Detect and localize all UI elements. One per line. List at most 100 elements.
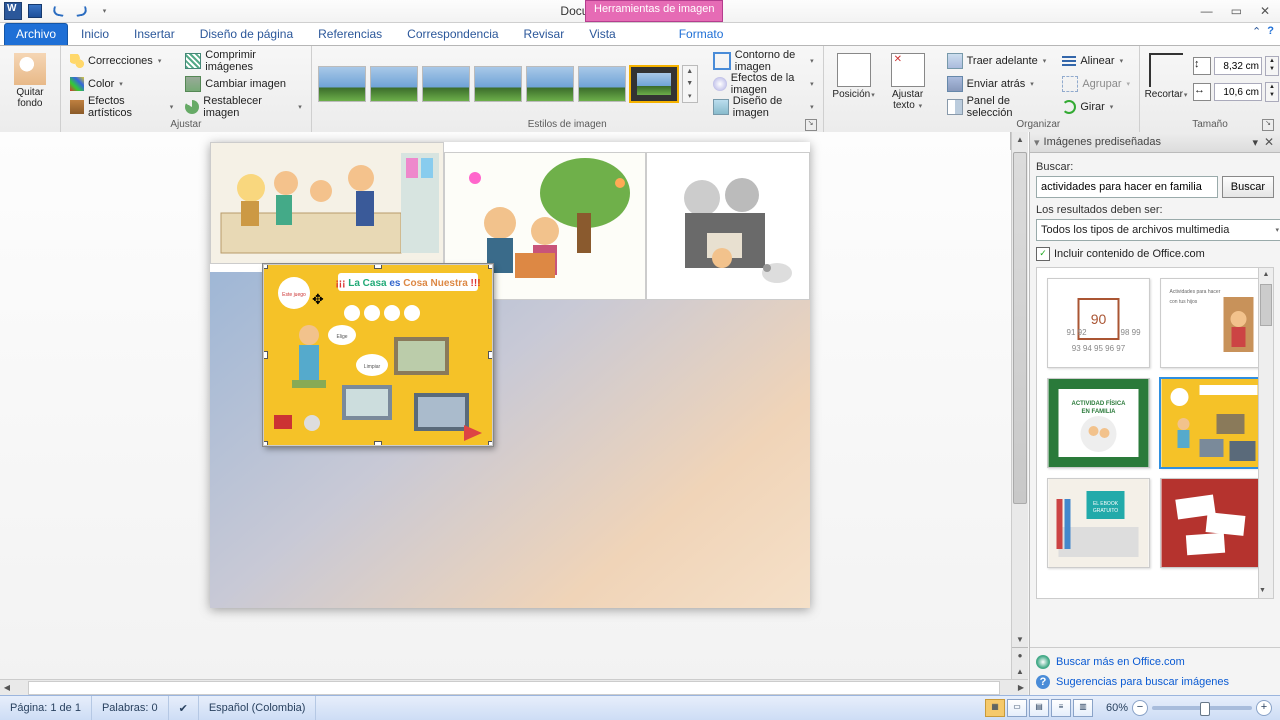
picture-layout-button[interactable]: Diseño de imagen▾	[708, 96, 819, 118]
gallery-more-button[interactable]: ▲▼▾	[682, 65, 698, 103]
tab-references[interactable]: Referencias	[306, 23, 394, 45]
picture-style-1[interactable]	[318, 66, 366, 102]
clip-result-2[interactable]: Actividades para hacercon tus hijos	[1160, 278, 1263, 368]
save-button[interactable]	[25, 1, 45, 21]
tab-review[interactable]: Revisar	[512, 23, 577, 45]
clip-result-3[interactable]: ACTIVIDAD FÍSICAEN FAMILIA	[1047, 378, 1150, 468]
picture-effects-button[interactable]: Efectos de la imagen▾	[708, 73, 819, 95]
status-proofing-icon[interactable]: ✔	[169, 696, 199, 720]
clip-result-1[interactable]: 9091 9298 9993 94 95 96 97	[1047, 278, 1150, 368]
horizontal-scrollbar[interactable]: ◀▶	[0, 679, 1028, 696]
picture-1[interactable]	[210, 142, 444, 264]
styles-dialog-launcher[interactable]: ↘	[805, 119, 817, 131]
bring-forward-button[interactable]: Traer adelante▾	[942, 50, 1056, 72]
height-spinner[interactable]: ↕▲▼	[1193, 56, 1279, 76]
svg-text:Elige: Elige	[336, 334, 347, 340]
results-list: 9091 9298 9993 94 95 96 97 Actividades p…	[1036, 267, 1274, 599]
tab-mailings[interactable]: Correspondencia	[395, 23, 510, 45]
document-area: ▤ ¡¡¡ La Casa es Cosa Nuestra !!! Este j…	[0, 132, 1280, 696]
page[interactable]: ¡¡¡ La Casa es Cosa Nuestra !!! Este jue…	[210, 142, 810, 608]
crop-button[interactable]: Recortar▾	[1141, 50, 1191, 102]
status-page[interactable]: Página: 1 de 1	[0, 696, 92, 720]
resize-handle-e[interactable]	[488, 351, 493, 359]
tab-file[interactable]: Archivo	[4, 23, 68, 45]
zoom-slider[interactable]	[1152, 706, 1252, 710]
status-language[interactable]: Español (Colombia)	[199, 696, 317, 720]
results-scrollbar[interactable]: ▲▼	[1258, 268, 1273, 598]
size-dialog-launcher[interactable]: ↘	[1262, 119, 1274, 131]
resize-handle-nw[interactable]	[263, 264, 268, 269]
ribbon-tabs: Archivo Inicio Insertar Diseño de página…	[0, 23, 1280, 46]
zoom-in-button[interactable]: +	[1256, 700, 1272, 716]
artistic-effects-button[interactable]: Efectos artísticos▾	[65, 96, 178, 118]
picture-4-selected[interactable]: ¡¡¡ La Casa es Cosa Nuestra !!! Este jue…	[263, 264, 493, 446]
status-words[interactable]: Palabras: 0	[92, 696, 169, 720]
picture-style-2[interactable]	[370, 66, 418, 102]
redo-button[interactable]	[71, 1, 91, 21]
change-picture-button[interactable]: Cambiar imagen	[180, 73, 307, 95]
help-icon[interactable]: ?	[1267, 25, 1274, 38]
view-fullscreen-reading[interactable]: ▭	[1007, 699, 1027, 717]
search-button[interactable]: Buscar	[1222, 176, 1274, 198]
tab-home[interactable]: Inicio	[69, 23, 121, 45]
view-draft[interactable]: ▥	[1073, 699, 1093, 717]
group-button[interactable]: Agrupar▾	[1057, 73, 1135, 95]
compress-pictures-button[interactable]: Comprimir imágenes	[180, 50, 307, 72]
tab-format[interactable]: Formato	[667, 23, 736, 45]
close-button[interactable]: ✕	[1260, 4, 1270, 18]
picture-outline-button[interactable]: Contorno de imagen▾	[708, 50, 819, 72]
corrections-button[interactable]: Correcciones▾	[65, 50, 178, 72]
panel-dropdown-icon[interactable]: ▾	[1252, 136, 1258, 149]
align-button[interactable]: Alinear▾	[1057, 50, 1135, 72]
vertical-scrollbar[interactable]: ▲ ▼ ● ▲ ▼	[1011, 132, 1028, 696]
clip-result-5[interactable]: EL EBOOKGRATUITO	[1047, 478, 1150, 568]
view-web-layout[interactable]: ▤	[1029, 699, 1049, 717]
view-outline[interactable]: ≡	[1051, 699, 1071, 717]
color-button[interactable]: Color▾	[65, 73, 178, 95]
contextual-tab-header: Herramientas de imagen	[585, 0, 723, 22]
tab-page-layout[interactable]: Diseño de página	[188, 23, 305, 45]
minimize-button[interactable]: —	[1201, 4, 1213, 18]
picture-style-4[interactable]	[474, 66, 522, 102]
picture-style-6[interactable]	[578, 66, 626, 102]
picture-style-3[interactable]	[422, 66, 470, 102]
resize-handle-n[interactable]	[374, 264, 382, 269]
undo-button[interactable]	[48, 1, 68, 21]
qat-customize[interactable]: ▾	[94, 1, 114, 21]
minimize-ribbon-icon[interactable]: ⌃	[1252, 25, 1261, 38]
include-office-checkbox[interactable]: ✓Incluir contenido de Office.com	[1036, 247, 1274, 261]
resize-handle-ne[interactable]	[488, 264, 493, 269]
clip-result-4-selected[interactable]	[1160, 378, 1263, 468]
resize-handle-sw[interactable]	[263, 441, 268, 446]
remove-background-button[interactable]: Quitar fondo	[4, 50, 56, 110]
zoom-level[interactable]: 60%	[1106, 702, 1128, 714]
search-office-link[interactable]: Buscar más en Office.com	[1032, 652, 1278, 672]
resize-handle-w[interactable]	[263, 351, 268, 359]
rotate-button[interactable]: Girar▾	[1057, 96, 1135, 118]
send-backward-button[interactable]: Enviar atrás▾	[942, 73, 1056, 95]
media-type-combo[interactable]: Todos los tipos de archivos multimedia▾	[1036, 219, 1280, 241]
svg-text:EL EBOOK: EL EBOOK	[1093, 501, 1119, 507]
resize-handle-s[interactable]	[374, 441, 382, 446]
picture-style-selected[interactable]	[630, 66, 678, 102]
reset-picture-button[interactable]: Restablecer imagen▾	[180, 96, 307, 118]
maximize-button[interactable]: ▭	[1231, 4, 1242, 18]
wrap-text-button[interactable]: Ajustar texto ▾	[882, 50, 934, 113]
scroll-thumb-v[interactable]	[1013, 152, 1027, 504]
panel-menu-icon[interactable]: ▾	[1034, 136, 1040, 149]
width-spinner[interactable]: ↔▲▼	[1193, 82, 1279, 102]
resize-handle-se[interactable]	[488, 441, 493, 446]
tab-insert[interactable]: Insertar	[122, 23, 187, 45]
picture-styles-gallery[interactable]: ▲▼▾	[316, 63, 700, 105]
selection-pane-button[interactable]: Panel de selección	[942, 96, 1056, 118]
picture-3[interactable]	[646, 152, 810, 300]
search-tips-link[interactable]: ?Sugerencias para buscar imágenes	[1032, 672, 1278, 692]
position-button[interactable]: Posición▾	[828, 50, 880, 102]
search-input[interactable]	[1036, 176, 1218, 198]
view-print-layout[interactable]: ▦	[985, 699, 1005, 717]
picture-style-5[interactable]	[526, 66, 574, 102]
clip-result-6[interactable]	[1160, 478, 1263, 568]
zoom-out-button[interactable]: −	[1132, 700, 1148, 716]
panel-close-button[interactable]: ✕	[1262, 135, 1276, 149]
tab-view[interactable]: Vista	[577, 23, 627, 45]
